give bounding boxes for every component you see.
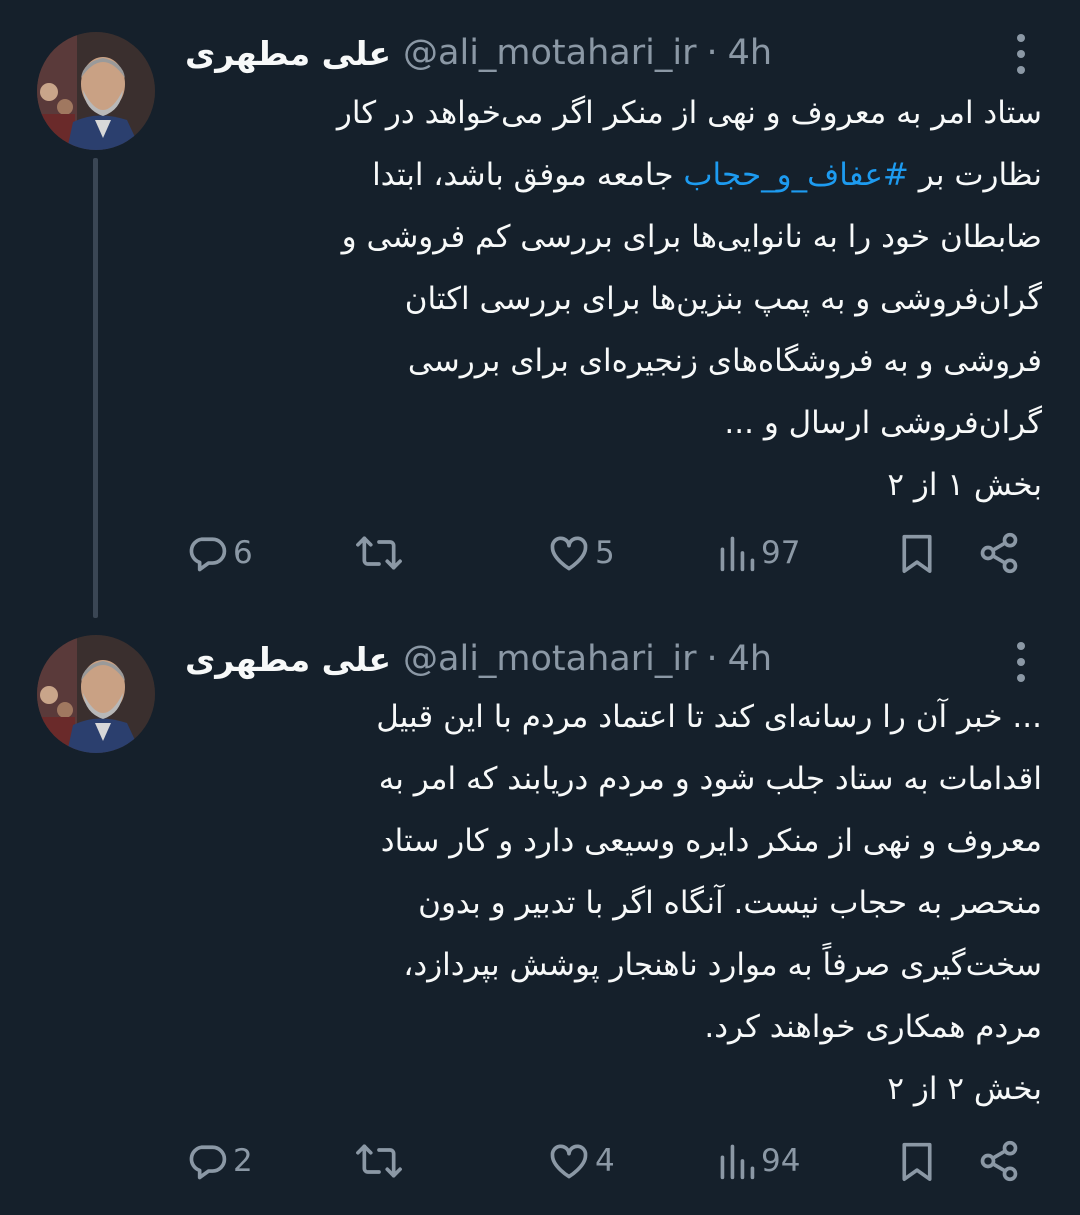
avatar[interactable] [37,635,155,753]
heart-icon [550,536,588,571]
retweet-button[interactable] [355,1136,407,1186]
separator: · [706,33,718,73]
more-vertical-icon[interactable] [1014,32,1028,76]
bookmark-button[interactable] [897,528,937,578]
heart-icon [550,1144,588,1179]
views-icon [720,1144,755,1180]
thread-connector [93,158,98,618]
display-name[interactable]: علی مطهری [185,640,391,679]
text-fragment: جامعه موفق باشد، ابتدا [372,157,674,193]
part-indicator: بخش ۲ از ۲ [887,1071,1042,1107]
text-line: ستاد امر به معروف و نهی از منکر اگر می‌خ… [336,95,1042,131]
text-line: معروف و نهی از منکر دایره وسیعی دارد و ک… [380,823,1042,859]
tweet[interactable]: علی مطهری @ali_motahari_ir · 4h ستاد امر… [0,0,1080,618]
user-handle[interactable]: @ali_motahari_ir [403,639,696,679]
separator: · [706,639,718,679]
text-fragment: نظارت بر [908,157,1042,193]
text-line: گران‌فروشی ارسال و ... [724,405,1042,441]
share-button[interactable] [977,528,1021,578]
views-icon [720,536,755,572]
reply-icon [189,537,227,572]
share-icon [980,1140,1018,1182]
views-button[interactable]: 97 [717,528,800,578]
avatar-photo [37,32,155,150]
user-handle[interactable]: @ali_motahari_ir [403,33,696,73]
tweet[interactable]: علی مطهری @ali_motahari_ir · 4h ... خبر … [0,610,1080,1215]
like-button[interactable]: 5 [547,528,615,578]
tweet-header: علی مطهری @ali_motahari_ir · 4h [185,28,1040,78]
text-line: نظارت بر #عفاف_و_حجاب جامعه موفق باشد، ا… [180,144,1042,206]
bookmark-icon [902,1142,932,1181]
text-line: ... خبر آن را رسانه‌ای کند تا اعتماد مرد… [376,699,1042,735]
like-count: 4 [595,1143,615,1179]
text-line: سخت‌گیری صرفاً به موارد ناهنجار پوشش بپر… [403,947,1042,983]
more-vertical-icon[interactable] [1014,640,1028,684]
text-line: ضابطان خود را به نانوایی‌ها برای بررسی ک… [341,219,1042,255]
timestamp[interactable]: 4h [728,639,772,679]
reply-count: 6 [233,535,253,571]
avatar[interactable] [37,32,155,150]
text-line: منحصر به حجاب نیست. آنگاه اگر با تدبیر و… [418,885,1042,921]
tweet-actions: 2 4 94 [185,1136,1025,1186]
avatar-photo [37,635,155,753]
tweet-text: ستاد امر به معروف و نهی از منکر اگر می‌خ… [180,82,1042,516]
retweet-icon [356,536,402,570]
reply-icon [189,1145,227,1180]
text-line: فروشی و به فروشگاه‌های زنجیره‌ای برای بر… [407,343,1042,379]
text-line: اقدامات به ستاد جلب شود و مردم دریابند ک… [378,761,1042,797]
like-button[interactable]: 4 [547,1136,615,1186]
views-button[interactable]: 94 [717,1136,800,1186]
tweet-actions: 6 5 97 [185,528,1025,578]
share-button[interactable] [977,1136,1021,1186]
reply-count: 2 [233,1143,253,1179]
tweet-header: علی مطهری @ali_motahari_ir · 4h [185,634,1040,684]
hashtag-link[interactable]: #عفاف_و_حجاب [683,157,909,193]
timestamp[interactable]: 4h [728,33,772,73]
text-line: گران‌فروشی و به پمپ بنزین‌ها برای بررسی … [404,281,1042,317]
retweet-button[interactable] [355,528,407,578]
reply-button[interactable]: 6 [185,528,253,578]
tweet-text: ... خبر آن را رسانه‌ای کند تا اعتماد مرد… [180,686,1042,1120]
views-count: 97 [761,535,801,571]
text-line: مردم همکاری خواهند کرد. [704,1009,1042,1045]
display-name[interactable]: علی مطهری [185,34,391,73]
bookmark-icon [902,534,932,573]
part-indicator: بخش ۱ از ۲ [887,467,1042,503]
views-count: 94 [761,1143,801,1179]
like-count: 5 [595,535,615,571]
share-icon [980,532,1018,574]
bookmark-button[interactable] [897,1136,937,1186]
reply-button[interactable]: 2 [185,1136,253,1186]
retweet-icon [356,1144,402,1178]
